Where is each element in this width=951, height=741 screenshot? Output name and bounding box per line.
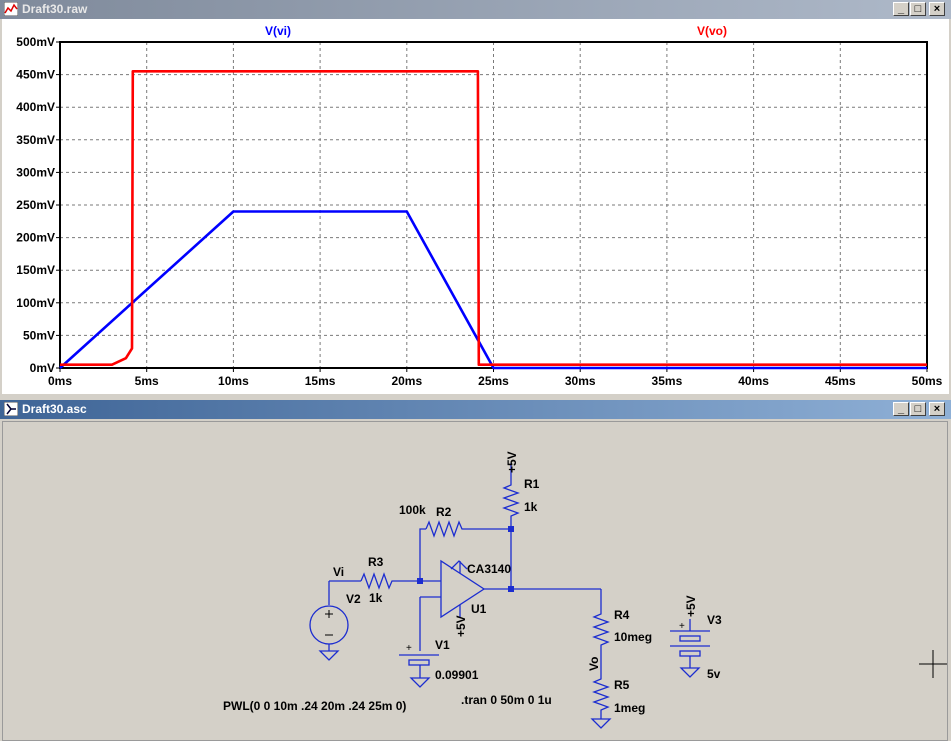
x-tick-label: 45ms xyxy=(825,374,856,388)
label-r4-value: 10meg xyxy=(614,630,652,644)
restore-button[interactable]: □ xyxy=(910,2,926,16)
label-r1-name: R1 xyxy=(524,477,540,491)
ground-r5 xyxy=(590,718,612,729)
schematic-window-title: Draft30.asc xyxy=(22,402,87,416)
label-r5-name: R5 xyxy=(614,678,630,692)
resistor-r5[interactable] xyxy=(592,673,610,719)
y-tick-label: 250mV xyxy=(16,198,55,212)
restore-button[interactable]: □ xyxy=(910,402,926,416)
resistor-r3[interactable] xyxy=(360,572,420,590)
y-tick-label: 100mV xyxy=(16,296,55,310)
label-opamp-supply: +5V xyxy=(454,615,468,637)
x-tick-label: 20ms xyxy=(391,374,422,388)
close-button[interactable]: × xyxy=(929,402,945,416)
y-tick-label: 200mV xyxy=(16,231,55,245)
x-tick-label: 25ms xyxy=(478,374,509,388)
y-tick-label: 150mV xyxy=(16,263,55,277)
plot-window-title: Draft30.raw xyxy=(22,2,88,16)
plot-area[interactable]: 0ms 5ms 10ms 15ms 20ms 25ms 30ms 35ms 40ms 45ms 50… xyxy=(2,19,949,394)
y-tick-label: 350mV xyxy=(16,133,55,147)
label-vi-net: Vi xyxy=(333,565,344,579)
y-tick-label: 300mV xyxy=(16,165,55,179)
plot-window-titlebar[interactable]: Draft30.raw _ □ × xyxy=(0,0,951,19)
y-tick-label: 400mV xyxy=(16,100,55,114)
schematic-canvas[interactable]: +5V R1 1k 100k R2 R3 1k Vi V2 CA3140 U1 … xyxy=(2,421,948,741)
label-v2-name: V2 xyxy=(346,592,361,606)
ground-v3 xyxy=(679,667,701,678)
label-r1-supply: +5V xyxy=(505,451,519,473)
minimize-button[interactable]: _ xyxy=(893,2,909,16)
legend-vo[interactable]: V(vo) xyxy=(697,24,727,38)
x-tick-label: 10ms xyxy=(218,374,249,388)
label-v3-name: V3 xyxy=(707,613,722,627)
x-tick-label: 50ms xyxy=(912,374,943,388)
label-r3-value: 1k xyxy=(369,591,383,605)
close-button[interactable]: × xyxy=(929,2,945,16)
x-tick-label: 40ms xyxy=(738,374,769,388)
tran-directive[interactable]: .tran 0 50m 0 1u xyxy=(461,693,552,707)
label-opamp-name: U1 xyxy=(471,602,487,616)
pwl-directive[interactable]: PWL(0 0 10m .24 20m .24 25m 0) xyxy=(223,699,406,713)
x-tick-label: 0ms xyxy=(48,374,72,388)
y-tick-label: 500mV xyxy=(16,35,55,49)
plot-window: Draft30.raw _ □ × 0ms 5ms 10ms 15ms 20ms 25ms… xyxy=(0,0,951,396)
y-tick-label: 450mV xyxy=(16,68,55,82)
legend-vi[interactable]: V(vi) xyxy=(265,24,291,38)
label-v1-value: 0.09901 xyxy=(435,668,479,682)
x-tick-label: 5ms xyxy=(135,374,159,388)
minimize-button[interactable]: _ xyxy=(893,402,909,416)
label-r5-value: 1meg xyxy=(614,701,645,715)
label-r2-value: 100k xyxy=(399,503,426,517)
schematic-window-titlebar[interactable]: Draft30.asc _ □ × xyxy=(0,400,951,419)
schematic-icon xyxy=(4,402,18,416)
x-tick-label: 30ms xyxy=(565,374,596,388)
waveform-chart[interactable]: 0ms 5ms 10ms 15ms 20ms 25ms 30ms 35ms 40ms 45ms 50… xyxy=(2,19,949,394)
label-r1-value: 1k xyxy=(524,500,538,514)
label-v3-plus: + xyxy=(679,621,685,632)
schematic-window: Draft30.asc _ □ × +5V R1 1k 100k R2 R3 1… xyxy=(0,400,951,741)
opamp-supply-flag xyxy=(450,560,468,570)
label-v1-name: V1 xyxy=(435,638,450,652)
schematic-drawing[interactable]: +5V R1 1k 100k R2 R3 1k Vi V2 CA3140 U1 … xyxy=(3,422,947,740)
label-v3-value: 5v xyxy=(707,667,721,681)
label-v1-plus: + xyxy=(406,643,412,654)
waveform-icon xyxy=(4,2,18,16)
y-tick-label: 50mV xyxy=(23,328,55,342)
label-v3-supply: +5V xyxy=(684,595,698,617)
label-r4-name: R4 xyxy=(614,608,630,622)
resistor-r1[interactable] xyxy=(502,479,520,529)
label-vo-net: Vo xyxy=(587,657,601,671)
label-r2-name: R2 xyxy=(436,505,452,519)
resistor-r2[interactable] xyxy=(425,520,511,538)
x-tick-label: 35ms xyxy=(652,374,683,388)
ground-v2 xyxy=(318,650,340,661)
ground-v1 xyxy=(409,677,431,688)
label-r3-name: R3 xyxy=(368,555,384,569)
label-opamp-model: CA3140 xyxy=(467,562,511,576)
y-tick-label: 0mV xyxy=(30,361,55,375)
x-tick-label: 15ms xyxy=(305,374,336,388)
crosshair-cursor-icon xyxy=(919,650,947,678)
